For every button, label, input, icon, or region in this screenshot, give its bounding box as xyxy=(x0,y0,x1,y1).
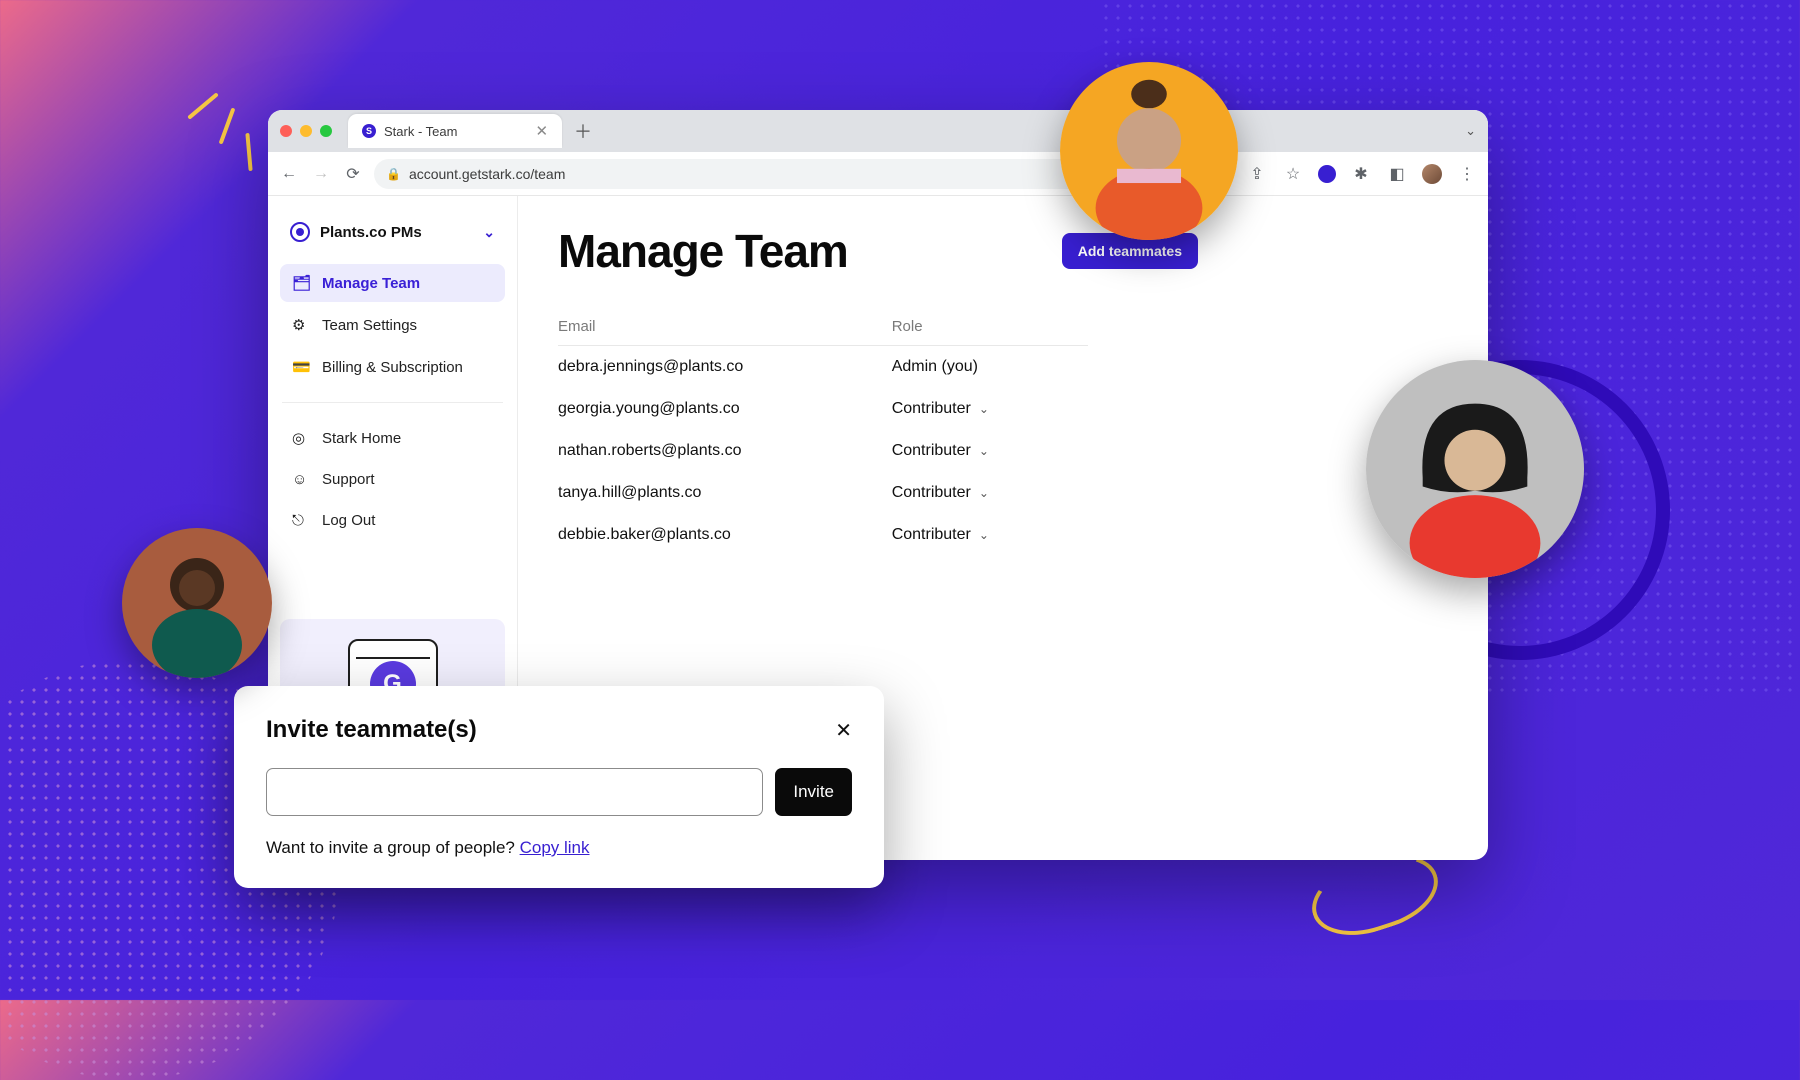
profile-avatar[interactable] xyxy=(1422,164,1442,184)
browser-address-bar: ← → ⟳ 🔒 account.getstark.co/team ⇪ ☆ ✱ ◧… xyxy=(268,152,1488,196)
avatar-portrait-1 xyxy=(122,528,272,678)
browser-tab[interactable]: S Stark - Team ✕ xyxy=(348,114,562,148)
sidebar-item-label: Stark Home xyxy=(322,430,401,447)
tab-close-icon[interactable]: ✕ xyxy=(535,122,548,140)
add-teammates-button[interactable]: Add teammates xyxy=(1062,233,1198,269)
cell-role[interactable]: Contributer ⌄ xyxy=(892,400,1088,418)
window-controls xyxy=(280,125,332,137)
modal-footer: Want to invite a group of people? Copy l… xyxy=(266,838,852,858)
sidebar-item-logout[interactable]: ⎋ Log Out xyxy=(280,502,505,539)
window-close-button[interactable] xyxy=(280,125,292,137)
lock-icon: 🔒 xyxy=(386,167,401,181)
copy-link[interactable]: Copy link xyxy=(520,838,590,857)
nav-reload-button[interactable]: ⟳ xyxy=(342,163,364,185)
page-title: Manage Team xyxy=(558,224,848,278)
modal-close-button[interactable]: ✕ xyxy=(835,718,852,743)
extensions-icon[interactable]: ✱ xyxy=(1350,163,1372,185)
browser-menu-icon[interactable]: ⋮ xyxy=(1456,163,1478,185)
table-row: georgia.young@plants.coContributer ⌄ xyxy=(558,388,1088,430)
chevron-down-icon: ⌄ xyxy=(979,528,989,542)
page-title-bar: Manage Team Add teammates xyxy=(558,224,1448,278)
bookmark-icon[interactable]: ☆ xyxy=(1282,163,1304,185)
invite-email-input[interactable] xyxy=(266,768,763,816)
sidebar-item-stark-home[interactable]: ◎ Stark Home xyxy=(280,419,505,457)
sidebar-nav-secondary: ◎ Stark Home ☺ Support ⎋ Log Out xyxy=(280,419,505,539)
sidebar-item-label: Billing & Subscription xyxy=(322,359,463,376)
help-icon: ☺ xyxy=(292,471,310,488)
sliders-icon: ⚙ xyxy=(292,316,310,334)
team-avatar-icon xyxy=(290,222,310,242)
modal-header: Invite teammate(s) ✕ xyxy=(266,716,852,744)
stark-logo-icon: ◎ xyxy=(292,429,310,447)
share-icon[interactable]: ⇪ xyxy=(1246,163,1268,185)
invite-button[interactable]: Invite xyxy=(775,768,852,816)
team-table: Email Role debra.jennings@plants.coAdmin… xyxy=(558,318,1088,556)
table-row: debbie.baker@plants.coContributer ⌄ xyxy=(558,514,1088,556)
modal-title: Invite teammate(s) xyxy=(266,716,477,744)
cell-role[interactable]: Contributer ⌄ xyxy=(892,442,1088,460)
new-tab-button[interactable]: ＋ xyxy=(574,118,592,144)
chevron-down-icon: ⌄ xyxy=(483,224,495,241)
nav-forward-button[interactable]: → xyxy=(310,163,332,185)
sidebar-item-label: Team Settings xyxy=(322,317,417,334)
modal-form-row: Invite xyxy=(266,768,852,816)
logout-icon: ⎋ xyxy=(292,512,310,529)
window-minimize-button[interactable] xyxy=(300,125,312,137)
sidebar-item-label: Log Out xyxy=(322,512,375,529)
cell-email: debra.jennings@plants.co xyxy=(558,358,892,376)
team-selector[interactable]: Plants.co PMs ⌄ xyxy=(280,214,505,250)
nav-back-button[interactable]: ← xyxy=(278,163,300,185)
side-panel-icon[interactable]: ◧ xyxy=(1386,163,1408,185)
table-row: debra.jennings@plants.coAdmin (you) xyxy=(558,346,1088,388)
browser-tab-bar: S Stark - Team ✕ ＋ ⌄ xyxy=(268,110,1488,152)
sidebar-nav-primary: 🗂 Manage Team ⚙ Team Settings 💳 Billing … xyxy=(280,264,505,386)
window-maximize-button[interactable] xyxy=(320,125,332,137)
sidebar-item-label: Manage Team xyxy=(322,275,420,292)
team-name: Plants.co PMs xyxy=(320,224,422,241)
cell-email: georgia.young@plants.co xyxy=(558,400,892,418)
cell-role[interactable]: Contributer ⌄ xyxy=(892,526,1088,544)
stark-favicon-icon: S xyxy=(362,124,376,138)
role-label: Contributer xyxy=(892,442,971,460)
table-row: tanya.hill@plants.coContributer ⌄ xyxy=(558,472,1088,514)
cell-email: debbie.baker@plants.co xyxy=(558,526,892,544)
credit-card-icon: 💳 xyxy=(292,358,310,376)
sidebar-item-label: Support xyxy=(322,471,375,488)
cell-email: tanya.hill@plants.co xyxy=(558,484,892,502)
sidebar-item-manage-team[interactable]: 🗂 Manage Team xyxy=(280,264,505,302)
sidebar-item-support[interactable]: ☺ Support xyxy=(280,461,505,498)
invite-modal: Invite teammate(s) ✕ Invite Want to invi… xyxy=(234,686,884,888)
role-label: Contributer xyxy=(892,400,971,418)
sidebar-divider xyxy=(282,402,503,403)
chevron-down-icon: ⌄ xyxy=(979,444,989,458)
chevron-down-icon: ⌄ xyxy=(979,486,989,500)
tab-title: Stark - Team xyxy=(384,124,457,139)
role-label: Contributer xyxy=(892,484,971,502)
decor-spark-icon xyxy=(180,90,270,180)
table-row: nathan.roberts@plants.coContributer ⌄ xyxy=(558,430,1088,472)
role-label: Contributer xyxy=(892,526,971,544)
role-label: Admin (you) xyxy=(892,358,978,376)
folder-icon: 🗂 xyxy=(292,274,310,292)
toolbar-right: ⇪ ☆ ✱ ◧ ⋮ xyxy=(1246,163,1478,185)
url-text: account.getstark.co/team xyxy=(409,166,565,182)
column-header-role: Role xyxy=(892,318,1088,335)
cell-role: Admin (you) xyxy=(892,358,1088,376)
stark-extension-icon[interactable] xyxy=(1318,165,1336,183)
column-header-email: Email xyxy=(558,318,892,335)
tabs-menu-button[interactable]: ⌄ xyxy=(1465,123,1476,139)
cell-role[interactable]: Contributer ⌄ xyxy=(892,484,1088,502)
chevron-down-icon: ⌄ xyxy=(979,402,989,416)
table-body: debra.jennings@plants.coAdmin (you)georg… xyxy=(558,346,1088,556)
avatar-portrait-3 xyxy=(1366,360,1584,578)
sidebar-item-billing[interactable]: 💳 Billing & Subscription xyxy=(280,348,505,386)
sidebar-item-team-settings[interactable]: ⚙ Team Settings xyxy=(280,306,505,344)
modal-footer-text: Want to invite a group of people? xyxy=(266,838,520,857)
cell-email: nathan.roberts@plants.co xyxy=(558,442,892,460)
table-header: Email Role xyxy=(558,318,1088,346)
avatar-portrait-2 xyxy=(1060,62,1238,240)
